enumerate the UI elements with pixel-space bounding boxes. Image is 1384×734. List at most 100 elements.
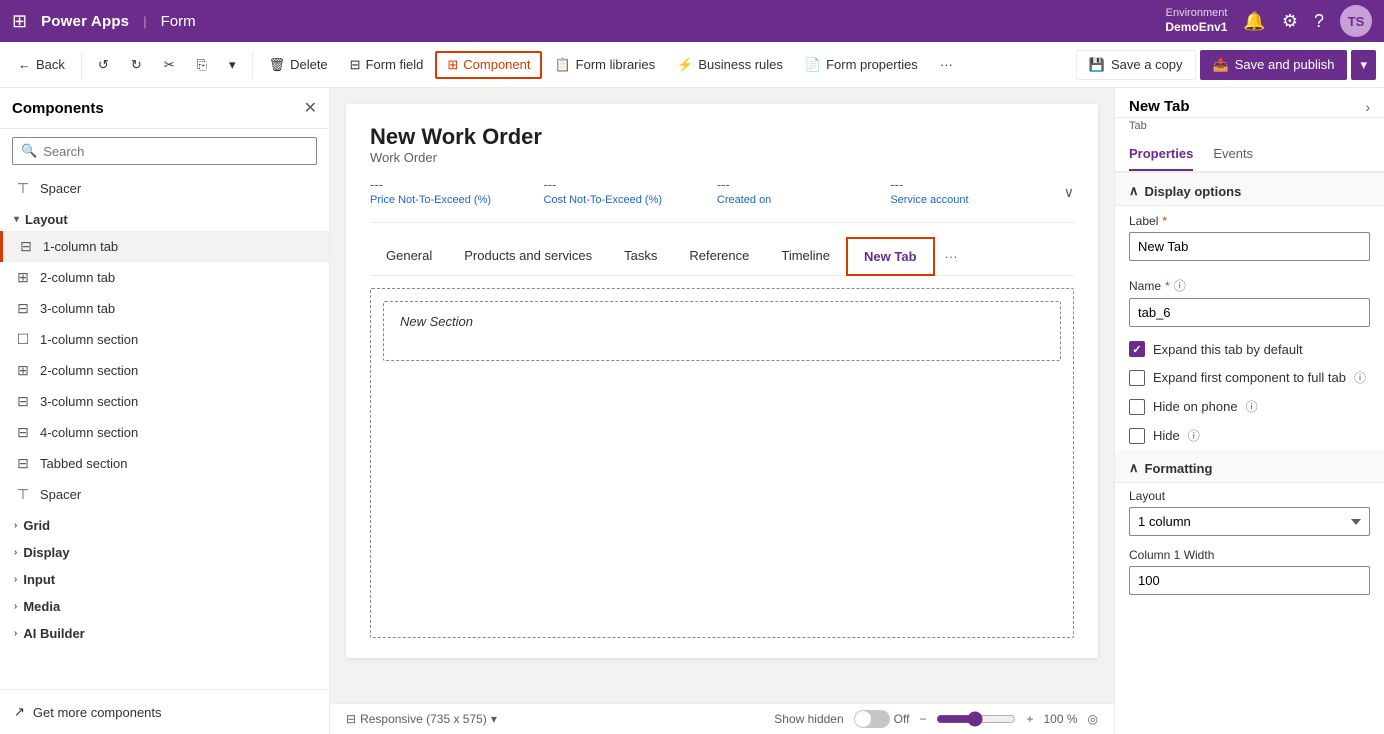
business-rules-button[interactable]: ⚡ Business rules <box>667 53 793 77</box>
spacer-label: Spacer <box>40 487 81 502</box>
sidebar-input-group[interactable]: › Input <box>0 564 329 591</box>
delete-button[interactable]: 🗑 Delete <box>259 53 338 77</box>
sidebar-item-tabbed-section[interactable]: ⊟ Tabbed section <box>0 448 329 479</box>
copy-button[interactable]: ⎘ <box>187 53 217 77</box>
save-copy-button[interactable]: 💾 Save a copy <box>1076 50 1196 80</box>
spacer-icon: ⊤ <box>14 180 32 197</box>
toggle-thumb <box>855 711 871 727</box>
avatar[interactable]: TS <box>1340 5 1372 37</box>
settings-button[interactable]: ⚙ <box>1282 11 1298 32</box>
more-options-button[interactable]: ··· <box>930 53 963 76</box>
copy-icon: ⎘ <box>197 57 207 73</box>
back-button[interactable]: ← Back <box>8 53 75 76</box>
tab-timeline[interactable]: Timeline <box>765 238 846 275</box>
toolbar-right-actions: 💾 Save a copy 📤 Save and publish ▾ <box>1076 50 1376 80</box>
sidebar-item-3col-tab[interactable]: ⊟ 3-column tab <box>0 293 329 324</box>
sidebar-ai-group[interactable]: › AI Builder <box>0 618 329 645</box>
undo-icon: ↺ <box>98 57 109 73</box>
sidebar-item-2col-section[interactable]: ⊞ 2-column section <box>0 355 329 386</box>
sidebar-item-spacer[interactable]: ⊤ Spacer <box>0 479 329 510</box>
search-box[interactable]: 🔍 <box>12 137 317 165</box>
form-libraries-icon: 📋 <box>554 57 570 73</box>
display-options-chevron: ∧ <box>1129 183 1139 199</box>
component-button[interactable]: ⊞ Component <box>435 51 542 79</box>
label-input[interactable] <box>1129 232 1370 261</box>
sidebar-item-1col-tab[interactable]: ⊟ 1-column tab <box>0 231 329 262</box>
tab-reference[interactable]: Reference <box>673 238 765 275</box>
2col-tab-label: 2-column tab <box>40 270 115 285</box>
formatting-section: ∧ Formatting <box>1115 450 1384 483</box>
search-input[interactable] <box>43 144 308 159</box>
sidebar-item-4col-section[interactable]: ⊟ 4-column section <box>0 417 329 448</box>
canvas: New Work Order Work Order --- Price Not-… <box>330 88 1114 734</box>
get-more-components-button[interactable]: ↗ Get more components <box>14 700 315 724</box>
layout-select[interactable]: 1 column 2 columns 3 columns <box>1129 507 1370 536</box>
tab-products[interactable]: Products and services <box>448 238 608 275</box>
save-publish-icon: 📤 <box>1213 57 1229 73</box>
display-group-label: Display <box>23 545 69 560</box>
save-copy-icon: 💾 <box>1089 57 1105 73</box>
publish-dropdown-button[interactable]: ▾ <box>1351 50 1376 80</box>
sidebar-item-spacer-top[interactable]: ⊤ Spacer <box>0 173 329 204</box>
responsive-label: Responsive (735 x 575) <box>360 712 487 726</box>
sidebar-layout-group[interactable]: ▾ Layout <box>0 204 329 231</box>
responsive-selector[interactable]: ⊟ Responsive (735 x 575) ▾ <box>346 712 497 726</box>
hide-checkbox[interactable] <box>1129 428 1145 444</box>
form-field-created: --- Created on <box>717 177 890 208</box>
right-panel-content: ∧ Display options Label * Name * ⓘ <box>1115 173 1384 734</box>
form-field-button[interactable]: ⊟ Form field <box>340 53 434 77</box>
3col-tab-icon: ⊟ <box>14 300 32 317</box>
canvas-footer: ⊟ Responsive (735 x 575) ▾ Show hidden O… <box>330 703 1114 734</box>
tab-more-button[interactable]: ··· <box>935 241 968 272</box>
sidebar-item-2col-tab[interactable]: ⊞ 2-column tab <box>0 262 329 293</box>
hide-on-phone-checkbox[interactable] <box>1129 399 1145 415</box>
help-button[interactable]: ? <box>1314 11 1324 32</box>
save-publish-button[interactable]: 📤 Save and publish <box>1200 50 1348 80</box>
notification-button[interactable]: 🔔 <box>1243 11 1265 32</box>
properties-tab[interactable]: Properties <box>1129 138 1193 171</box>
expand-first-component-checkbox[interactable] <box>1129 370 1145 386</box>
cut-button[interactable]: ✂ <box>154 53 185 77</box>
name-info-icon[interactable]: ⓘ <box>1174 277 1186 294</box>
events-tab[interactable]: Events <box>1213 138 1253 171</box>
zoom-slider[interactable] <box>936 711 1016 727</box>
tab-new-tab[interactable]: New Tab <box>846 237 935 276</box>
right-panel: New Tab › Tab Properties Events ∧ Displa… <box>1114 88 1384 734</box>
get-more-icon: ↗ <box>14 704 25 720</box>
field-label-1: Price Not-To-Exceed (%) <box>370 194 531 206</box>
1col-section-label: 1-column section <box>40 332 138 347</box>
grid-chevron-icon: › <box>14 520 17 531</box>
sidebar-item-3col-section[interactable]: ⊟ 3-column section <box>0 386 329 417</box>
sidebar-item-1col-section[interactable]: ☐ 1-column section <box>0 324 329 355</box>
redo-button[interactable]: ↻ <box>121 53 152 77</box>
tab-tasks[interactable]: Tasks <box>608 238 673 275</box>
form-libraries-button[interactable]: 📋 Form libraries <box>544 53 665 77</box>
toolbar: ← Back ↺ ↻ ✂ ⎘ ▾ 🗑 Delete ⊟ Form field ⊞… <box>0 42 1384 88</box>
tab-general[interactable]: General <box>370 238 448 275</box>
sidebar-grid-group[interactable]: › Grid <box>0 510 329 537</box>
responsive-dropdown-icon: ▾ <box>491 712 497 726</box>
target-icon[interactable]: ◎ <box>1088 712 1098 726</box>
show-hidden-toggle[interactable]: Off <box>854 710 910 728</box>
name-input[interactable] <box>1129 298 1370 327</box>
right-panel-chevron[interactable]: › <box>1365 99 1370 115</box>
zoom-minus-icon[interactable]: − <box>919 712 926 726</box>
canvas-footer-right: Show hidden Off − + 100 % ◎ <box>774 710 1098 728</box>
undo-button[interactable]: ↺ <box>88 53 119 77</box>
sidebar-display-group[interactable]: › Display <box>0 537 329 564</box>
hide-info-icon[interactable]: ⓘ <box>1188 427 1200 444</box>
expand-first-component-info-icon[interactable]: ⓘ <box>1354 369 1366 386</box>
col-width-input[interactable] <box>1129 566 1370 595</box>
toggle-track[interactable] <box>854 710 890 728</box>
form-properties-label: Form properties <box>826 57 918 72</box>
paste-dropdown-button[interactable]: ▾ <box>219 53 246 77</box>
grid-icon[interactable]: ⊞ <box>12 11 27 32</box>
zoom-plus-icon[interactable]: + <box>1026 712 1033 726</box>
expand-tab-checkbox[interactable] <box>1129 341 1145 357</box>
form-properties-button[interactable]: 📄 Form properties <box>795 53 928 77</box>
app-subtitle: Form <box>161 13 196 30</box>
sidebar-close-button[interactable]: ✕ <box>304 98 317 118</box>
hide-on-phone-info-icon[interactable]: ⓘ <box>1246 398 1258 415</box>
sidebar-media-group[interactable]: › Media <box>0 591 329 618</box>
name-field-label: Name * ⓘ <box>1129 277 1370 294</box>
